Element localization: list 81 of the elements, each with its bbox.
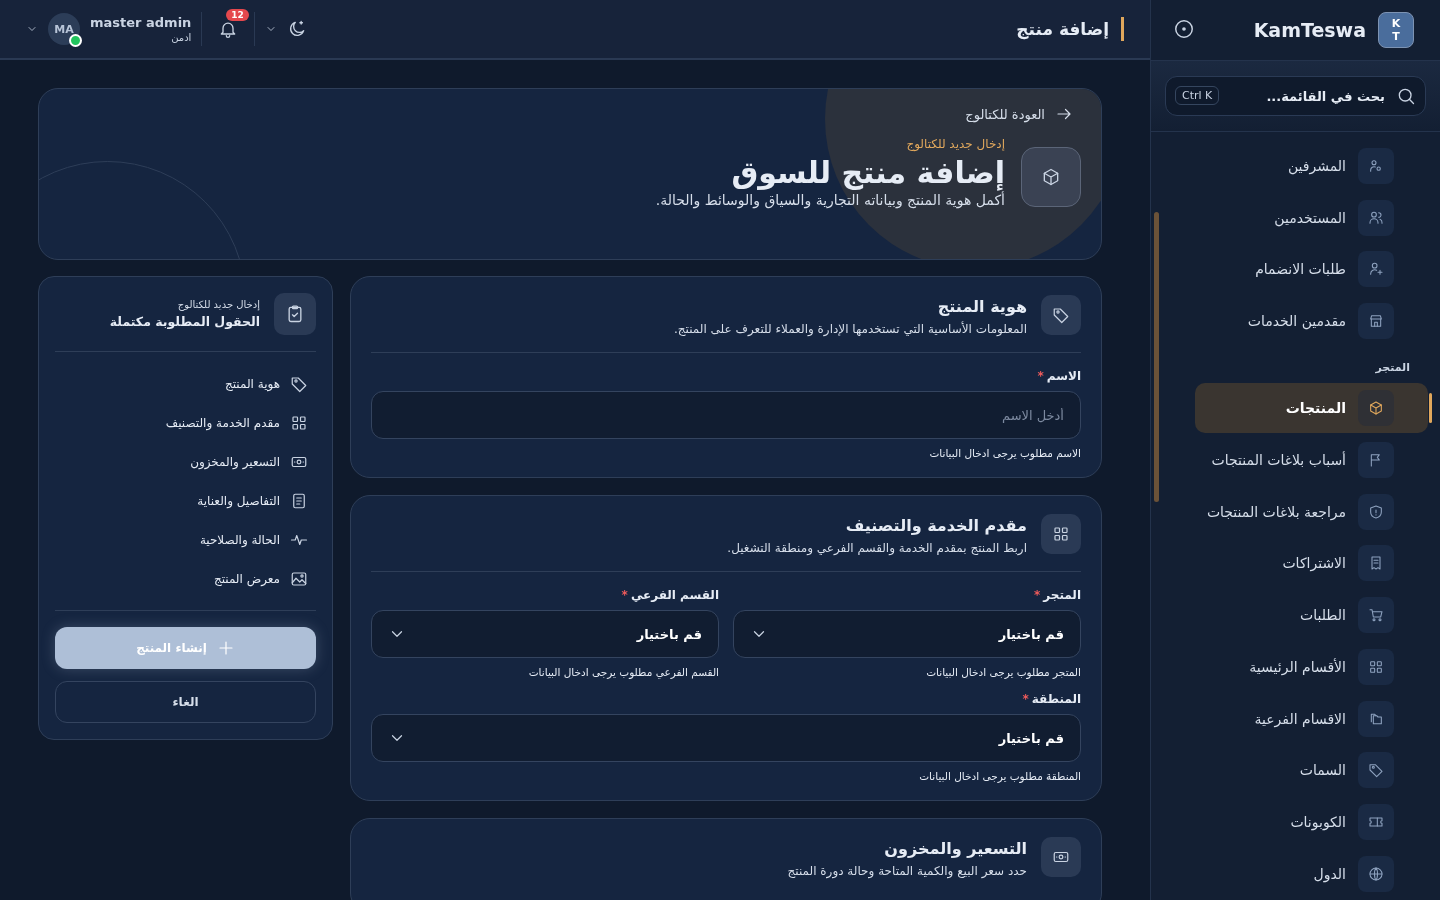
select-field[interactable]: قم باختيار — [371, 610, 719, 658]
step-link[interactable]: الحالة والصلاحية — [55, 520, 316, 559]
section-subtitle: حدد سعر البيع والكمية المتاحة وحالة دورة المنتج — [787, 864, 1027, 878]
error-message: الاسم مطلوب يرجى ادخال البيانات — [928, 447, 1081, 459]
person-plus-icon — [1358, 251, 1394, 288]
nav-item[interactable]: السمات — [1185, 745, 1404, 796]
step-link[interactable]: هوية المنتج — [55, 364, 316, 403]
box-icon — [1358, 390, 1394, 426]
nav-item[interactable]: المستخدمين — [1185, 192, 1404, 243]
notification-badge: 12 — [226, 9, 249, 21]
select-field[interactable]: قم باختيار — [733, 610, 1081, 658]
summary-status: الحقول المطلوبة مكتملة — [109, 314, 260, 329]
shortcut-hint: Ctrl K — [1175, 86, 1220, 105]
nav-item[interactable]: مقدمين الخدمات — [1185, 296, 1404, 347]
section-subtitle: المعلومات الأساسية التي تستخدمها الإدارة والعملاء للتعرف على المنتج. — [674, 322, 1027, 336]
nav-item[interactable]: الاقسام الفرعية — [1185, 693, 1404, 744]
section-title: هوية المنتج — [936, 297, 1027, 316]
nav-item[interactable]: أسباب بلاغات المنتجات — [1185, 434, 1404, 485]
error-message: القسم الفرعي مطلوب يرجى ادخال البيانات — [527, 666, 719, 678]
avatar[interactable]: MA — [48, 13, 80, 45]
eyebrow: إدخال جديد للكتالوج — [905, 137, 1005, 151]
page-title: إضافة منتج — [1016, 17, 1124, 41]
user-name: master admin — [90, 15, 192, 30]
nav-item[interactable]: مراجعة بلاغات المنتجات — [1185, 486, 1404, 537]
receipt-icon — [1358, 545, 1394, 582]
hero-title: إضافة منتج للسوق — [730, 155, 1005, 190]
field-label: القسم الفرعي * — [620, 588, 719, 602]
required-mark: * — [1022, 692, 1029, 706]
section-subtitle: اربط المنتج بمقدم الخدمة والقسم الفرعي ومنطقة التشغيل. — [727, 541, 1027, 555]
tag-icon — [290, 374, 308, 393]
field-label: الاسم * — [1036, 369, 1081, 383]
select-field[interactable]: قم باختيار — [371, 714, 1081, 762]
tag-icon — [1358, 752, 1394, 789]
shop-icon — [1358, 303, 1394, 340]
required-mark: * — [621, 588, 628, 602]
flag-icon — [1358, 441, 1394, 478]
section-title: التسعير والمخزون — [883, 839, 1027, 858]
nav-item[interactable]: الكوبونات — [1185, 797, 1404, 848]
search-icon — [1396, 86, 1416, 106]
error-message: المتجر مطلوب يرجى ادخال البيانات — [925, 666, 1081, 678]
clipboard-icon — [274, 293, 316, 335]
nav-item[interactable]: الدول — [1185, 849, 1404, 899]
step-link[interactable]: التسعير والمخزون — [55, 442, 316, 481]
nav-section-title: المتجر — [1374, 360, 1410, 377]
summary-eyebrow: إدخال جديد للكتالوج — [176, 299, 260, 310]
required-mark: * — [1037, 369, 1044, 383]
people-icon — [1358, 199, 1394, 236]
person-icon — [1358, 147, 1394, 184]
image-icon — [290, 569, 308, 588]
box-icon — [1021, 147, 1081, 207]
nav-item[interactable]: المشرفين — [1185, 141, 1404, 191]
shield-icon — [1358, 493, 1394, 530]
user-role: ادمن — [171, 32, 192, 43]
nav-item[interactable]: الأقسام الرئيسية — [1185, 642, 1404, 692]
nav-item[interactable]: طلبات الانضمام — [1185, 244, 1404, 295]
tag-icon — [1041, 295, 1081, 335]
cart-icon — [1358, 597, 1394, 634]
required-mark: * — [1034, 588, 1041, 602]
grid-icon — [1358, 648, 1394, 685]
nav-item[interactable]: الاشتراكات — [1185, 538, 1404, 589]
globe-icon — [1358, 856, 1394, 893]
field-label: المتجر * — [1033, 588, 1081, 602]
document-icon — [290, 491, 308, 510]
banknote-icon — [1041, 837, 1081, 877]
cancel-button[interactable]: الغاء — [55, 681, 316, 723]
back-link[interactable]: العودة للكتالوج — [965, 105, 1073, 123]
grid-icon — [1041, 514, 1081, 554]
nav-item[interactable]: الطلبات — [1185, 590, 1404, 641]
field-label: المنطقة * — [1021, 692, 1081, 706]
folders-icon — [1358, 700, 1394, 737]
ticket-icon — [1358, 804, 1394, 841]
scrollbar[interactable] — [1154, 212, 1159, 502]
section-title: مقدم الخدمة والتصنيف — [844, 516, 1027, 535]
step-link[interactable]: مقدم الخدمة والتصنيف — [55, 403, 316, 442]
step-link[interactable]: التفاصيل والعناية — [55, 481, 316, 520]
step-link[interactable]: معرض المنتج — [55, 559, 316, 598]
hero-subtitle: أكمل هوية المنتج وبياناته التجارية والسياق والوسائط والحالة. — [655, 192, 1005, 208]
logo: K T — [1378, 12, 1414, 48]
error-message: المنطقة مطلوب يرجى ادخال البيانات — [918, 770, 1081, 782]
brand-name: KamTeswa — [1252, 19, 1366, 41]
grid-icon — [290, 413, 308, 432]
